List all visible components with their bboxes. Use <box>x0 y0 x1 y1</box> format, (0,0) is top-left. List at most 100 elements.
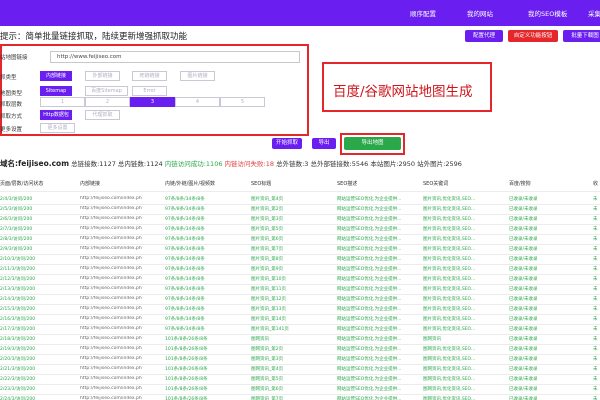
method-label: 抓取方式 <box>0 114 23 120</box>
col-header-seo-desc: SEO描述 <box>337 181 358 187</box>
export-sitemap-button[interactable]: 导出地图 <box>344 137 401 150</box>
row-seo-keywords: 图片资讯,优化资讯,SEO... <box>423 207 476 212</box>
row-seo-keywords: 图片资讯,优化资讯,SEO... <box>423 197 476 202</box>
depth-option-2[interactable]: 2 <box>85 97 130 107</box>
row-baidu: 已收录/未收录 <box>509 397 538 400</box>
row-indexed: 未 <box>593 237 598 242</box>
export-button[interactable]: 导出 <box>312 138 336 149</box>
row-internal-link[interactable]: http://feijiseo.com/index.ph <box>80 326 163 331</box>
crawl-type-internal[interactable]: 内部链接 <box>40 71 72 81</box>
row-baidu: 已收录/未收录 <box>509 257 538 262</box>
topnav-item-seo-templates[interactable]: 我的SEO模板 <box>528 8 567 18</box>
row-indexed: 未 <box>593 277 598 282</box>
row-internal-link[interactable]: http://feijiseo.com/index.ph <box>80 316 163 321</box>
row-status: 2/18/3/访问/200 <box>0 337 36 342</box>
row-counts: 97条/8条/34条/8条 <box>165 217 205 222</box>
row-status: 2/9/3/访问/200 <box>0 247 33 252</box>
depth-option-4[interactable]: 4 <box>175 97 220 107</box>
row-internal-link[interactable]: http://feijiseo.com/index.ph <box>80 376 163 381</box>
row-indexed: 未 <box>593 227 598 232</box>
depth-option-1[interactable]: 1 <box>40 97 85 107</box>
table-row-divider <box>0 334 600 335</box>
map-type-baidu-sitemap[interactable]: 百度Sitemap <box>85 86 128 96</box>
row-seo-title: 图片资讯_第10页 <box>251 277 286 282</box>
row-internal-link[interactable]: http://feijiseo.com/index.ph <box>80 356 163 361</box>
row-internal-link[interactable]: http://feijiseo.com/index.ph <box>80 286 163 291</box>
row-seo-title: 图网资讯_第3页 <box>251 357 284 362</box>
banner-title: 百度/谷歌网站地图生成 <box>333 84 473 100</box>
row-internal-link[interactable]: http://feijiseo.com/index.ph <box>80 306 163 311</box>
row-counts: 97条/8条/34条/8条 <box>165 287 205 292</box>
row-internal-link[interactable]: http://feijiseo.com/index.ph <box>80 236 163 241</box>
row-seo-keywords: 图片资讯,优化资讯,SEO... <box>423 317 476 322</box>
table-row-divider <box>0 284 600 285</box>
stats-external: 总外链数:3 <box>276 160 309 168</box>
row-internal-link[interactable]: http://feijiseo.com/index.ph <box>80 246 163 251</box>
row-seo-desc: 网站运营SEO优化,为企业提供... <box>337 387 402 392</box>
row-internal-link[interactable]: http://feijiseo.com/index.ph <box>80 346 163 351</box>
col-header-baidu: 百度/搜狗 <box>509 181 531 187</box>
row-counts: 97条/8条/34条/8条 <box>165 317 205 322</box>
row-internal-link[interactable]: http://feijiseo.com/index.ph <box>80 216 163 221</box>
topnav-item-collect[interactable]: 采集 <box>588 8 600 18</box>
table-row-divider <box>0 394 600 395</box>
row-internal-link[interactable]: http://feijiseo.com/index.ph <box>80 276 163 281</box>
depth-option-3[interactable]: 3 <box>130 97 175 107</box>
topnav-item-order-config[interactable]: 顺序配置 <box>410 8 436 18</box>
crawl-type-external[interactable]: 外部链接 <box>85 71 120 81</box>
row-status: 2/13/3/访问/200 <box>0 287 36 292</box>
url-label: 站地图链接 <box>0 55 28 61</box>
row-status: 2/8/3/访问/200 <box>0 237 33 242</box>
row-seo-keywords: 图片资讯,优化资讯,SEO... <box>423 277 476 282</box>
custom-function-button[interactable]: 自定义功能按钮 <box>508 30 558 42</box>
url-input[interactable]: http://www.feijiseo.com <box>50 51 300 63</box>
row-status: 2/5/3/访问/200 <box>0 207 33 212</box>
row-internal-link[interactable]: http://feijiseo.com/index.ph <box>80 206 163 211</box>
row-seo-keywords: 图网资讯,优化资讯,SEO... <box>423 357 476 362</box>
row-seo-title: 图片资讯_第9页 <box>251 267 284 272</box>
row-seo-title: 图片资讯_第14页 <box>251 317 286 322</box>
table-row-divider <box>0 344 600 345</box>
row-internal-link[interactable]: http://feijiseo.com/index.ph <box>80 226 163 231</box>
method-http[interactable]: Http数据包 <box>40 110 72 120</box>
stats-internal-fail: 内链访问失败:18 <box>224 160 275 168</box>
row-seo-title: 图网资讯_第6页 <box>251 387 284 392</box>
row-baidu: 已收录/未收录 <box>509 317 538 322</box>
proxy-config-button[interactable]: 配置代理 <box>465 30 503 42</box>
url-input-value: http://www.feijiseo.com <box>57 54 122 60</box>
row-internal-link[interactable]: http://feijiseo.com/index.ph <box>80 336 163 341</box>
table-header-divider <box>0 191 600 192</box>
row-status: 2/24/3/访问/200 <box>0 397 36 400</box>
row-counts: 97条/8条/34条/8条 <box>165 257 205 262</box>
row-indexed: 未 <box>593 267 598 272</box>
depth-label: 抓取层数 <box>0 102 23 108</box>
topnav-item-my-sites[interactable]: 我的网站 <box>467 8 493 18</box>
map-type-error[interactable]: Error <box>132 86 167 96</box>
start-crawl-button[interactable]: 开始抓取 <box>272 138 302 149</box>
row-seo-desc: 网站运营SEO优化,为企业提供... <box>337 377 402 382</box>
row-internal-link[interactable]: http://feijiseo.com/index.ph <box>80 396 163 400</box>
row-seo-desc: 网站运营SEO优化,为企业提供... <box>337 207 402 212</box>
row-seo-title: 图片资讯_第7页 <box>251 247 284 252</box>
map-type-sitemap[interactable]: Sitemap <box>40 86 72 96</box>
row-internal-link[interactable]: http://feijiseo.com/index.ph <box>80 366 163 371</box>
depth-option-5[interactable]: 5 <box>220 97 265 107</box>
row-internal-link[interactable]: http://feijiseo.com/index.ph <box>80 256 163 261</box>
row-baidu: 已收录/未收录 <box>509 267 538 272</box>
row-internal-link[interactable]: http://feijiseo.com/index.ph <box>80 266 163 271</box>
crawl-type-dead[interactable]: 死链链接 <box>132 71 167 81</box>
row-internal-link[interactable]: http://feijiseo.com/index.ph <box>80 296 163 301</box>
row-internal-link[interactable]: http://feijiseo.com/index.ph <box>80 196 163 201</box>
row-status: 2/4/3/访问/200 <box>0 197 33 202</box>
method-proxy[interactable]: 代理抓取 <box>85 110 120 120</box>
table-row-divider <box>0 254 600 255</box>
row-status: 2/16/3/访问/200 <box>0 317 36 322</box>
batch-download-button[interactable]: 批量下载图 <box>563 30 600 42</box>
row-counts: 97条/8条/34条/8条 <box>165 247 205 252</box>
row-internal-link[interactable]: http://feijiseo.com/index.ph <box>80 386 163 391</box>
table-row-divider <box>0 364 600 365</box>
more-settings-button[interactable]: 更多设置 <box>40 123 75 133</box>
crawl-type-image[interactable]: 图片链接 <box>180 71 215 81</box>
row-seo-keywords: 图片资讯,优化资讯,SEO... <box>423 267 476 272</box>
row-indexed: 未 <box>593 387 598 392</box>
